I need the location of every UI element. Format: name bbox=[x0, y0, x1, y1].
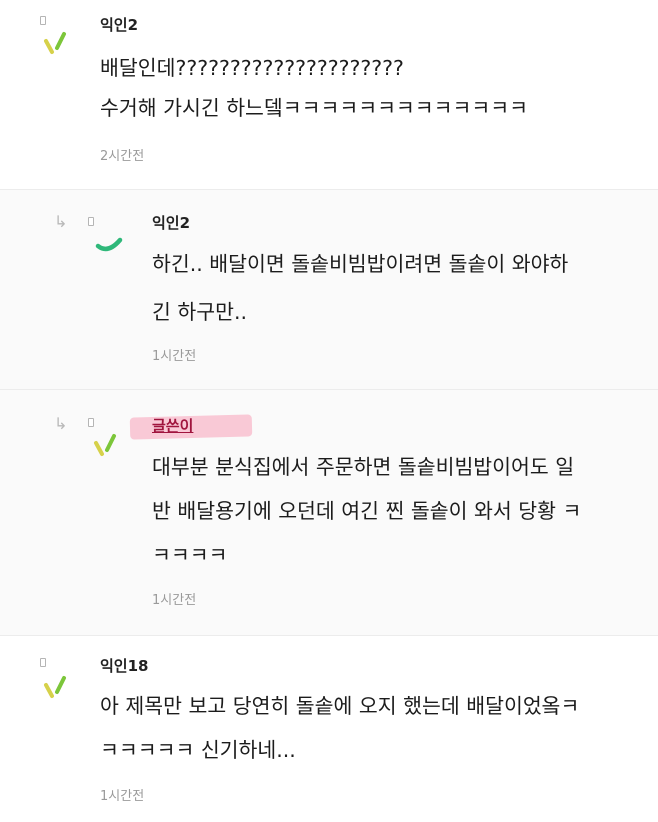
small-square-icon bbox=[40, 658, 46, 667]
comment-line: 반 배달용기에 오던데 여긴 찐 돌솥이 와서 당황 ㅋ bbox=[152, 499, 582, 523]
comment-author[interactable]: 익인2 bbox=[100, 15, 138, 35]
green-tick-marks-icon bbox=[44, 32, 66, 54]
reply-arrow-icon: ↳ bbox=[54, 212, 68, 231]
comment-time: 1시간전 bbox=[152, 593, 197, 608]
comment-line: 긴 하구만.. bbox=[152, 300, 247, 324]
comment-line: 배달인데????????????????????? bbox=[100, 56, 404, 80]
comment-time: 1시간전 bbox=[100, 789, 145, 804]
comment-line: ㅋㅋㅋㅋㅋ 신기하네... bbox=[100, 738, 296, 762]
divider bbox=[0, 635, 658, 636]
reply-arrow-icon: ↳ bbox=[54, 414, 68, 433]
comment-line: 하긴.. 배달이면 돌솥비빔밥이려면 돌솥이 와야하 bbox=[152, 252, 569, 276]
comment-time: 1시간전 bbox=[152, 349, 197, 364]
comment-line: 수거해 가시긴 하느뎈ㅋㅋㅋㅋㅋㅋㅋㅋㅋㅋㅋㅋㅋ bbox=[100, 96, 528, 120]
comment-line: ㅋㅋㅋㅋ bbox=[152, 543, 228, 567]
comment-line: 아 제목만 보고 당연히 돌솥에 오지 했는데 배달이었옼ㅋ bbox=[100, 694, 580, 718]
green-arc-icon bbox=[95, 237, 123, 252]
comment-author[interactable]: 익인2 bbox=[152, 213, 190, 233]
green-tick-marks-icon bbox=[44, 676, 66, 698]
green-tick-marks-icon bbox=[94, 434, 116, 456]
comment-line: 대부분 분식집에서 주문하면 돌솥비빔밥이어도 일 bbox=[152, 455, 575, 479]
comment-time: 2시간전 bbox=[100, 149, 145, 164]
comment-author[interactable]: 익인18 bbox=[100, 656, 148, 676]
writer-author[interactable]: 글쓴이 bbox=[152, 416, 193, 436]
